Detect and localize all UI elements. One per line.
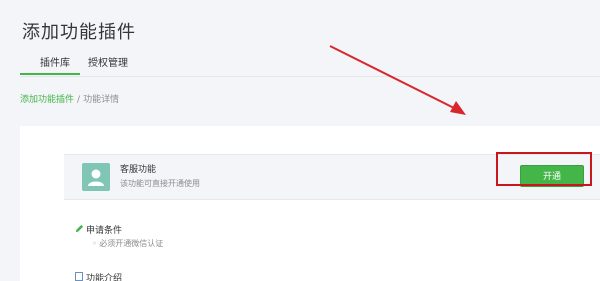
- breadcrumb-current: 功能详情: [83, 95, 120, 105]
- requirement-item: ◦ 必须开通微信认证: [92, 239, 164, 248]
- feature-detail-card: 客服功能 该功能可直接开通使用 开通: [20, 126, 600, 281]
- requirements-title: 申请条件: [86, 226, 123, 236]
- intro-title: 功能介绍: [86, 274, 123, 281]
- highlight-annotation-box: [496, 152, 592, 186]
- user-avatar-icon: [82, 163, 110, 191]
- breadcrumb-link-add-plugin[interactable]: 添加功能插件: [20, 95, 74, 105]
- breadcrumb: 添加功能插件 / 功能详情: [20, 92, 119, 105]
- tab-authorization-management[interactable]: 授权管理: [88, 54, 128, 69]
- feature-description: 该功能可直接开通使用: [120, 179, 200, 188]
- page-title: 添加功能插件: [22, 22, 136, 43]
- feature-name: 客服功能: [120, 165, 157, 175]
- document-icon: [75, 272, 83, 281]
- page: 添加功能插件 插件库 授权管理 添加功能插件 / 功能详情 客服功能 该功能可直接开…: [0, 0, 600, 281]
- pencil-icon: [75, 224, 84, 233]
- active-tab-indicator: [20, 73, 80, 75]
- tab-bar: 插件库 授权管理: [20, 48, 600, 77]
- breadcrumb-separator: /: [77, 95, 81, 105]
- tab-plugin-library[interactable]: 插件库: [40, 54, 70, 69]
